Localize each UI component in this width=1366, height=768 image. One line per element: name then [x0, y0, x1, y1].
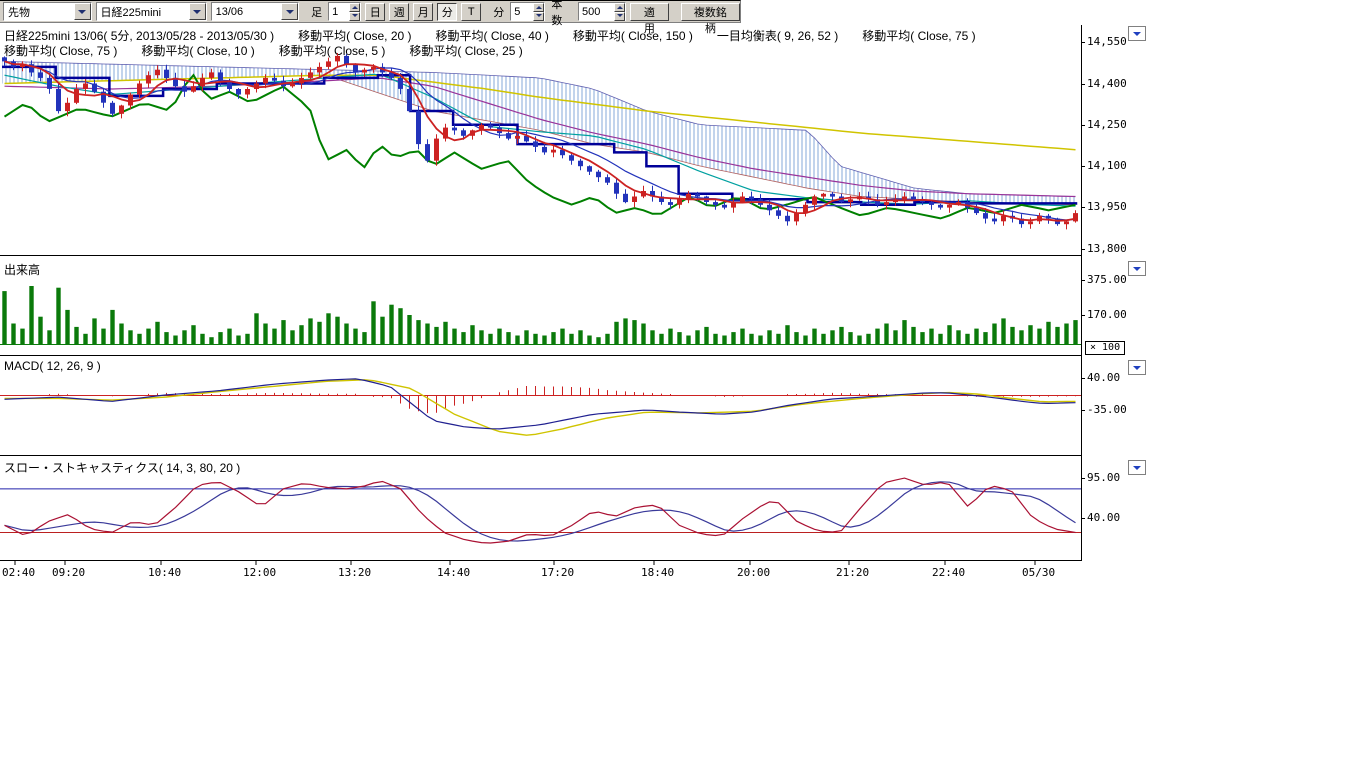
minute-interval-spinner[interactable]: 5: [510, 2, 545, 21]
macd-axis-label: 40.00: [1087, 371, 1120, 384]
market-select[interactable]: 先物: [3, 2, 92, 21]
indicator-label: 移動平均( Close, 25 ): [409, 42, 522, 59]
contract-month-select[interactable]: 13/06: [211, 2, 300, 21]
minute-label: 分: [493, 4, 504, 20]
period-minute-button[interactable]: 分: [437, 3, 457, 21]
pane-menu-button[interactable]: [1128, 261, 1146, 276]
stoch-axis-label: 40.00: [1087, 511, 1120, 524]
time-axis-label: 02:40: [2, 566, 35, 579]
stoch-axis-label: 95.00: [1087, 471, 1120, 484]
chart-canvas: [0, 0, 1150, 592]
time-axis-label: 05/30: [1022, 566, 1055, 579]
chevron-down-icon: [1133, 32, 1141, 40]
bar-count-spinner[interactable]: 500: [578, 2, 626, 21]
chart-legend-line2: 移動平均( Close, 75 ) 移動平均( Close, 10 ) 移動平均( …: [4, 42, 523, 59]
symbol-select-value: 日経225mini: [101, 4, 162, 20]
period-week-button[interactable]: 週: [389, 3, 409, 21]
time-axis-label: 14:40: [437, 566, 470, 579]
price-axis-label: 13,950: [1087, 200, 1127, 213]
price-axis-label: 13,800: [1087, 242, 1127, 255]
period-tick-button[interactable]: T: [461, 3, 481, 21]
time-axis-label: 18:40: [641, 566, 674, 579]
pane-menu-button[interactable]: [1128, 360, 1146, 375]
volume-axis-label: 375.00: [1087, 273, 1127, 286]
time-axis-label: 12:00: [243, 566, 276, 579]
macd-axis-label: -35.00: [1087, 403, 1127, 416]
market-select-value: 先物: [8, 4, 30, 20]
time-axis-label: 13:20: [338, 566, 371, 579]
price-axis-label: 14,250: [1087, 118, 1127, 131]
chevron-down-icon[interactable]: [189, 3, 206, 20]
toolbar: 先物 日経225mini 13/06 足 1 日 週 月 分 T 分 5 本数 …: [0, 0, 741, 23]
spinner-arrows-icon[interactable]: [533, 3, 544, 21]
macd-pane-title: MACD( 12, 26, 9 ): [4, 359, 101, 373]
spinner-arrows-icon[interactable]: [614, 3, 625, 21]
time-axis-label: 22:40: [932, 566, 965, 579]
period-day-button[interactable]: 日: [365, 3, 385, 21]
time-axis-label: 20:00: [737, 566, 770, 579]
chevron-down-icon[interactable]: [74, 3, 91, 20]
chevron-down-icon: [1133, 366, 1141, 374]
multi-symbol-button[interactable]: 複数銘柄: [681, 3, 740, 21]
volume-axis-label: 170.00: [1087, 308, 1127, 321]
price-axis-label: 14,550: [1087, 35, 1127, 48]
stochastics-pane-title: スロー・ストキャスティクス( 14, 3, 80, 20 ): [4, 459, 240, 476]
indicator-label: 移動平均( Close, 10 ): [141, 42, 254, 59]
time-axis-label: 10:40: [148, 566, 181, 579]
symbol-select[interactable]: 日経225mini: [96, 2, 207, 21]
indicator-label: 一目均衡表( 9, 26, 52 ): [717, 27, 838, 44]
bar-interval-value: 1: [332, 6, 338, 18]
time-axis-label: 09:20: [52, 566, 85, 579]
time-axis-label: 17:20: [541, 566, 574, 579]
price-axis-label: 14,100: [1087, 159, 1127, 172]
bar-interval-spinner[interactable]: 1: [328, 2, 361, 21]
bar-type-label: 足: [311, 4, 322, 20]
bar-count-label: 本数: [551, 0, 572, 28]
apply-button[interactable]: 適用: [630, 3, 669, 21]
volume-pane-title: 出来高: [4, 261, 40, 278]
chevron-down-icon: [1133, 466, 1141, 474]
chevron-down-icon[interactable]: [281, 3, 298, 20]
spinner-arrows-icon[interactable]: [349, 3, 360, 21]
time-axis-label: 21:20: [836, 566, 869, 579]
period-month-button[interactable]: 月: [413, 3, 433, 21]
indicator-label: 移動平均( Close, 5 ): [279, 42, 386, 59]
minute-interval-value: 5: [514, 6, 520, 18]
app-window: 先物 日経225mini 13/06 足 1 日 週 月 分 T 分 5 本数 …: [0, 0, 1366, 768]
volume-multiplier-badge: × 100: [1085, 341, 1125, 355]
pane-menu-button[interactable]: [1128, 26, 1146, 41]
chevron-down-icon: [1133, 267, 1141, 275]
indicator-label: 移動平均( Close, 150 ): [573, 27, 693, 44]
indicator-label: 移動平均( Close, 75 ): [862, 27, 975, 44]
bar-count-value: 500: [582, 6, 600, 18]
price-axis-label: 14,400: [1087, 77, 1127, 90]
indicator-label: 移動平均( Close, 75 ): [4, 42, 117, 59]
contract-month-value: 13/06: [216, 6, 244, 18]
pane-menu-button[interactable]: [1128, 460, 1146, 475]
